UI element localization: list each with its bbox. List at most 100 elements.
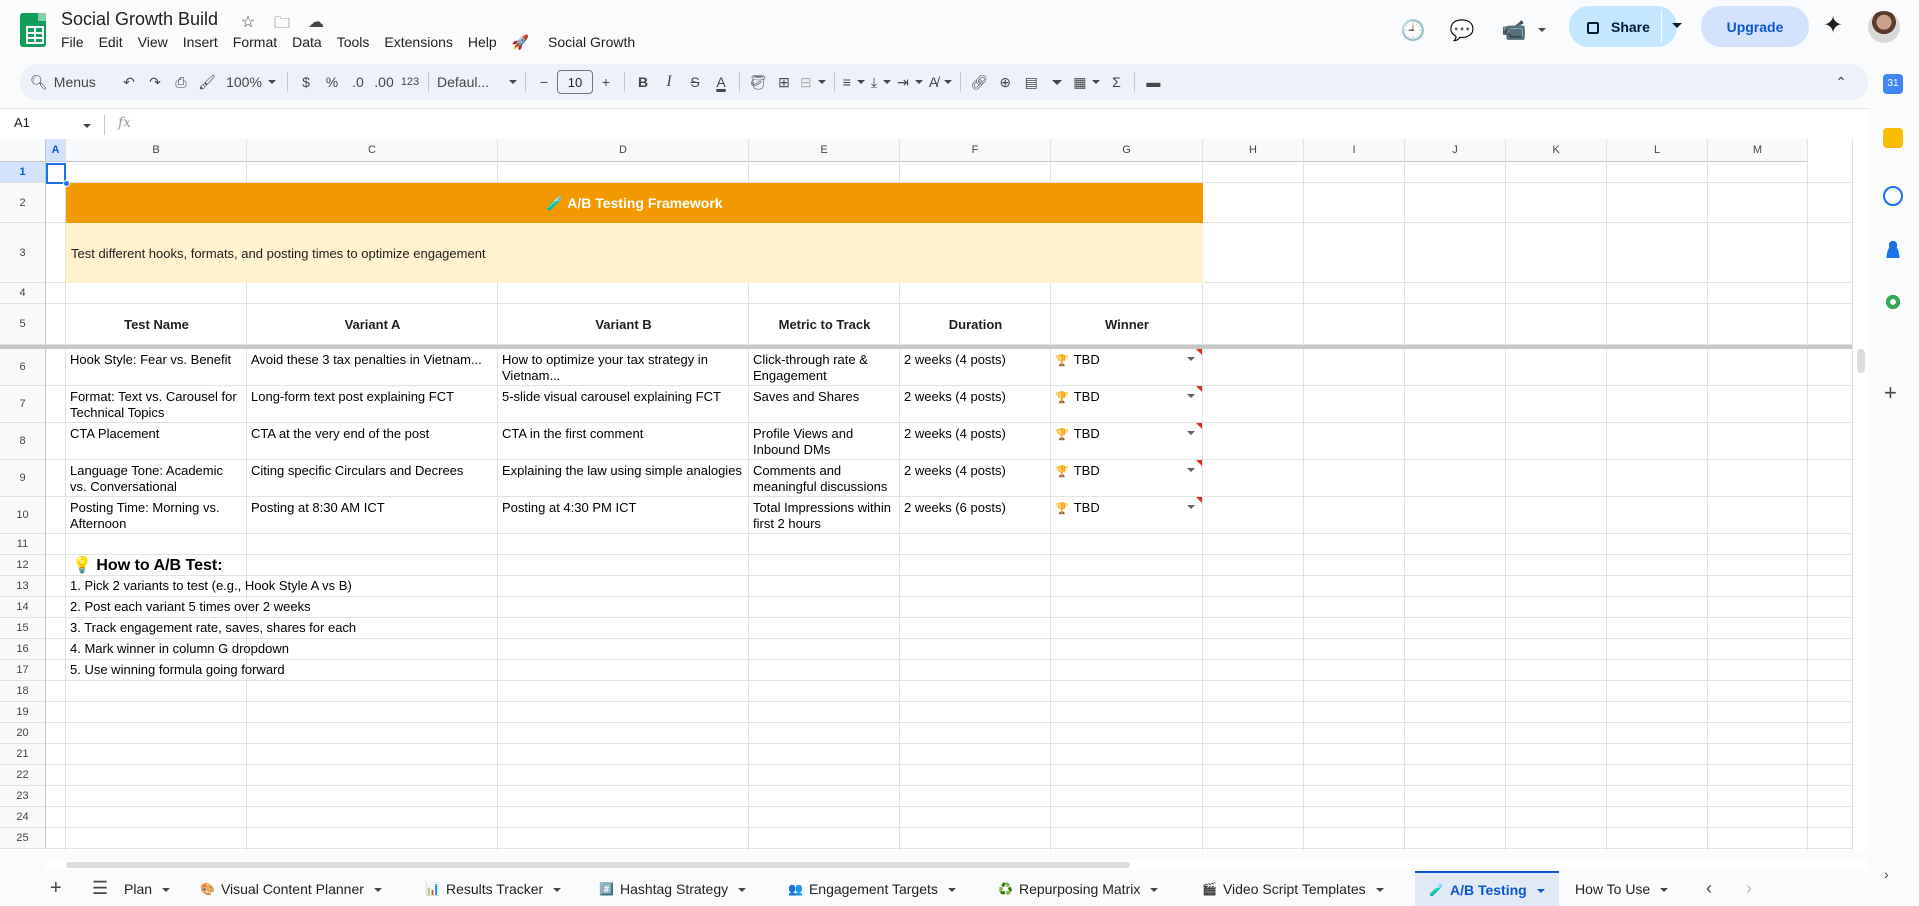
comments-button[interactable]: 💬 <box>1444 10 1480 50</box>
menu-format[interactable]: Format <box>233 34 284 51</box>
row-header-7[interactable]: 7 <box>0 386 46 423</box>
keep-icon[interactable] <box>1883 128 1903 148</box>
tab-visual-content-planner[interactable]: 🎨 Visual Content Planner <box>200 871 382 906</box>
maps-icon[interactable] <box>1883 294 1903 314</box>
select-all-corner[interactable] <box>0 139 46 162</box>
vertical-scrollbar[interactable] <box>1852 139 1868 851</box>
horizontal-scroll-thumb[interactable] <box>66 862 1130 868</box>
collapse-toolbar-icon[interactable]: ⌃ <box>1828 68 1854 96</box>
more-formats-button[interactable]: 123 <box>397 68 423 96</box>
table-header-cell[interactable]: Variant B <box>498 304 749 345</box>
insert-chart-icon[interactable]: ▤ <box>1018 68 1044 96</box>
fill-color-icon[interactable]: 🪣︎ <box>745 68 771 96</box>
tab-engagement-targets[interactable]: 👥 Engagement Targets <box>788 871 956 906</box>
row-header-16[interactable]: 16 <box>0 639 46 660</box>
winner-dropdown[interactable]: 🏆 TBD <box>1051 349 1203 386</box>
table-header-cell[interactable]: Test Name <box>66 304 247 345</box>
table-cell[interactable]: CTA in the first comment <box>498 423 749 460</box>
menu-tools[interactable]: Tools <box>337 34 377 51</box>
table-cell[interactable]: 2 weeks (4 posts) <box>900 386 1051 423</box>
row-header-17[interactable]: 17 <box>0 660 46 681</box>
row-header-23[interactable]: 23 <box>0 786 46 807</box>
tab-repurposing-matrix[interactable]: ♻️ Repurposing Matrix <box>998 871 1158 906</box>
functions-icon[interactable]: Σ <box>1103 68 1129 96</box>
row-header-24[interactable]: 24 <box>0 807 46 828</box>
zoom-select[interactable]: 100% <box>220 68 282 96</box>
table-header-cell[interactable]: Variant A <box>247 304 498 345</box>
column-header-b[interactable]: B <box>66 139 247 162</box>
row-header-15[interactable]: 15 <box>0 618 46 639</box>
table-header-cell[interactable]: Duration <box>900 304 1051 345</box>
table-header-cell[interactable]: Winner <box>1051 304 1203 345</box>
menu-insert[interactable]: Insert <box>183 34 225 51</box>
column-header-c[interactable]: C <box>247 139 498 162</box>
tasks-icon[interactable] <box>1883 186 1903 206</box>
column-header-j[interactable]: J <box>1405 139 1506 162</box>
winner-dropdown[interactable]: 🏆 TBD <box>1051 423 1203 460</box>
share-button[interactable]: Share <box>1569 6 1682 47</box>
menu-data[interactable]: Data <box>292 34 329 51</box>
table-cell[interactable]: How to optimize your tax strategy in Vie… <box>498 349 749 386</box>
share-dropdown-icon[interactable] <box>1672 23 1682 28</box>
column-header-m[interactable]: M <box>1708 139 1808 162</box>
all-sheets-icon[interactable]: ☰ <box>92 871 108 906</box>
percent-format-button[interactable]: % <box>319 68 345 96</box>
table-cell[interactable]: Saves and Shares <box>749 386 900 423</box>
meet-button[interactable]: 📹 <box>1496 10 1546 50</box>
table-cell[interactable]: 2 weeks (4 posts) <box>900 460 1051 497</box>
upgrade-button[interactable]: Upgrade <box>1701 6 1809 47</box>
filter-icon[interactable]: ⏷ <box>1044 68 1070 96</box>
chevron-down-icon[interactable] <box>1187 357 1195 361</box>
row-header-19[interactable]: 19 <box>0 702 46 723</box>
table-cell[interactable]: Long-form text post explaining FCT <box>247 386 498 423</box>
font-size-increase-button[interactable]: + <box>593 68 619 96</box>
column-header-e[interactable]: E <box>749 139 900 162</box>
winner-dropdown[interactable]: 🏆 TBD <box>1051 386 1203 423</box>
table-cell[interactable]: CTA Placement <box>66 423 247 460</box>
row-header-1[interactable]: 1 <box>0 162 46 183</box>
horizontal-scrollbar[interactable] <box>46 860 1868 870</box>
table-cell[interactable]: Total Impressions within first 2 hours <box>749 497 900 534</box>
bold-button[interactable]: B <box>630 68 656 96</box>
fill-handle[interactable] <box>63 180 70 187</box>
insert-link-icon[interactable]: 🔗︎ <box>966 68 992 96</box>
menu-file[interactable]: File <box>61 34 91 51</box>
input-tools-icon[interactable]: ▬ <box>1140 68 1166 96</box>
column-header-d[interactable]: D <box>498 139 749 162</box>
row-header-22[interactable]: 22 <box>0 765 46 786</box>
merge-cells-icon[interactable]: ⊟ <box>797 68 829 96</box>
name-box[interactable]: A1 <box>7 115 97 135</box>
row-header-21[interactable]: 21 <box>0 744 46 765</box>
avatar[interactable] <box>1868 11 1900 43</box>
row-header-5[interactable]: 5 <box>0 304 46 345</box>
chevron-down-icon[interactable] <box>1187 394 1195 398</box>
font-size-input[interactable]: 10 <box>557 70 593 94</box>
row-header-3[interactable]: 3 <box>0 223 46 283</box>
tab-video-script-templates[interactable]: 🎬 Video Script Templates <box>1202 871 1384 906</box>
font-select[interactable]: Defaul... <box>434 68 520 96</box>
table-cell[interactable]: 2 weeks (4 posts) <box>900 349 1051 386</box>
menu-social-growth[interactable]: 🚀 Social Growth <box>512 34 657 51</box>
italic-button[interactable]: I <box>656 68 682 96</box>
framework-subtitle[interactable]: Test different hooks, formats, and posti… <box>66 223 1203 283</box>
column-header-l[interactable]: L <box>1607 139 1708 162</box>
row-header-2[interactable]: 2 <box>0 183 46 223</box>
column-header-g[interactable]: G <box>1051 139 1203 162</box>
decrease-decimal-button[interactable]: .0 <box>345 68 371 96</box>
expand-side-panel-icon[interactable]: › <box>1884 866 1889 882</box>
framework-banner[interactable]: 🧪 A/B Testing Framework <box>66 183 1203 223</box>
strikethrough-button[interactable]: S <box>682 68 708 96</box>
scroll-tabs-left-icon[interactable]: ‹ <box>1706 871 1712 906</box>
how-to-step[interactable]: 2. Post each variant 5 times over 2 week… <box>66 597 666 618</box>
how-to-step[interactable]: 4. Mark winner in column G dropdown <box>66 639 666 660</box>
menu-edit[interactable]: Edit <box>99 34 130 51</box>
row-header-10[interactable]: 10 <box>0 497 46 534</box>
vertical-align-icon[interactable]: ⤓ <box>868 68 894 96</box>
table-cell[interactable]: Hook Style: Fear vs. Benefit <box>66 349 247 386</box>
table-cell[interactable]: Explaining the law using simple analogie… <box>498 460 749 497</box>
menu-extensions[interactable]: Extensions <box>384 34 459 51</box>
row-header-8[interactable]: 8 <box>0 423 46 460</box>
undo-icon[interactable]: ↶ <box>116 68 142 96</box>
table-cell[interactable]: Posting at 4:30 PM ICT <box>498 497 749 534</box>
chevron-down-icon[interactable] <box>1187 431 1195 435</box>
